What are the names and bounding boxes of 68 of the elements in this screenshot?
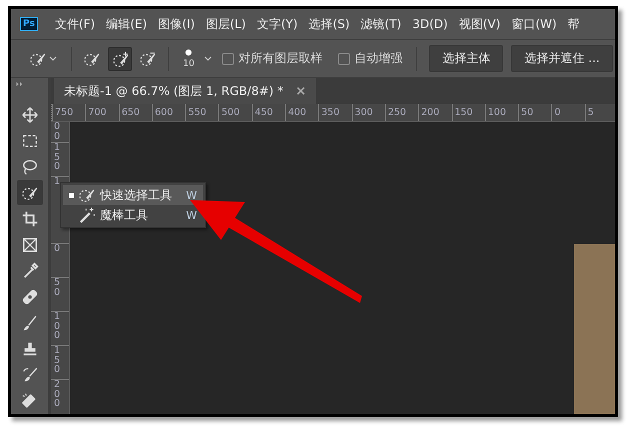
ruler-label: 1 — [54, 177, 62, 186]
eraser-icon — [20, 392, 38, 410]
menu-item[interactable]: 窗口(W) — [511, 16, 557, 32]
menu-item[interactable]: 3D(D) — [412, 17, 448, 31]
shortcut-key: W — [186, 188, 197, 202]
frame-icon — [20, 236, 38, 254]
menu-item[interactable]: 图层(L) — [206, 16, 246, 32]
ruler-label: 350 — [318, 104, 352, 121]
ruler-label: 300 — [352, 104, 385, 121]
ruler-label: 5 — [584, 104, 615, 121]
collapse-icon[interactable] — [16, 82, 24, 86]
ruler-label: 200 — [418, 104, 452, 121]
close-button[interactable]: × — [295, 84, 306, 98]
stamp-icon — [20, 340, 38, 358]
checkbox-label: 自动增强 — [354, 50, 402, 67]
brush-tip-icon — [185, 48, 192, 56]
history-brush-icon — [20, 366, 38, 384]
magic-wand-icon — [78, 206, 96, 224]
ruler-label: 250 — [384, 104, 418, 121]
quick-selection-icon — [112, 50, 130, 68]
document-title: 未标题-1 @ 66.7% (图层 1, RGB/8#) * — [64, 82, 284, 100]
menu-item[interactable]: 快速选择工具 W — [63, 185, 203, 205]
option-button[interactable]: 选择主体 — [429, 45, 504, 72]
shortcut-key: W — [186, 208, 197, 222]
caret-icon[interactable] — [49, 56, 57, 61]
menu-item[interactable]: 魔棒工具 W — [63, 205, 203, 225]
ruler-label: 0 — [551, 104, 585, 121]
menu-item[interactable]: 选择(S) — [308, 16, 350, 32]
crop-icon — [20, 210, 38, 228]
quick-selection-icon — [139, 50, 157, 68]
ruler-label: 450 — [252, 104, 286, 121]
menu-item[interactable]: 视图(V) — [458, 16, 500, 32]
selection-mode-button[interactable] — [108, 46, 132, 70]
ruler-label: 200 — [54, 380, 62, 408]
ruler-label: 700 — [85, 104, 119, 121]
menu-item[interactable]: 文件(F) — [54, 16, 96, 32]
lasso-icon — [20, 158, 38, 176]
ruler-label: 150 — [54, 346, 62, 374]
ruler-label: 750 — [52, 104, 86, 121]
menu-item[interactable]: 文字(Y) — [256, 16, 298, 32]
ruler-label: 00 — [54, 122, 62, 141]
ruler-label: 500 — [218, 104, 252, 121]
menu-item[interactable]: 滤镜(T) — [360, 16, 402, 32]
tool-button[interactable] — [16, 180, 42, 205]
checkbox-label: 对所有图层取样 — [238, 50, 322, 67]
ruler-label: 550 — [185, 104, 218, 121]
ruler-label: 650 — [118, 104, 152, 121]
current-tool-marker-icon — [69, 192, 74, 198]
document-tab[interactable]: 未标题-1 @ 66.7% (图层 1, RGB/8#) * × — [54, 78, 316, 104]
menu-item[interactable]: 帮 — [568, 16, 580, 32]
caret-icon[interactable] — [204, 56, 212, 61]
menu-item[interactable]: 编辑(E) — [106, 16, 148, 32]
brush-size: 10 — [183, 58, 194, 68]
ruler-label: 150 — [54, 143, 62, 172]
ruler-label: 100 — [484, 104, 518, 121]
ruler-label: 0 — [54, 244, 62, 254]
ruler-label: 600 — [152, 104, 186, 121]
option-button[interactable]: 选择并遮住 ... — [511, 45, 613, 72]
checkbox[interactable] — [338, 52, 350, 64]
ruler-label: 150 — [452, 104, 485, 121]
ruler-label: 50 — [518, 104, 552, 121]
ruler-label: 100 — [54, 312, 62, 340]
checkbox[interactable] — [222, 52, 234, 64]
move-icon — [20, 106, 38, 124]
menu-item[interactable]: 图像(I) — [158, 16, 195, 32]
app-logo[interactable]: Ps — [20, 17, 38, 31]
ruler-label: 50 — [54, 278, 62, 297]
ruler-label: 400 — [285, 104, 318, 121]
